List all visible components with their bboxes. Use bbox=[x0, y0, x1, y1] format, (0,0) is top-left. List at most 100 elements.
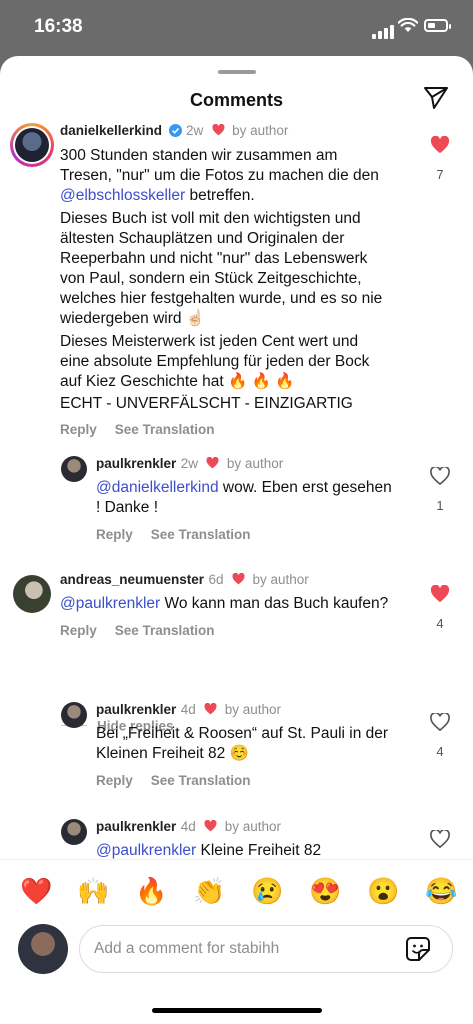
comment-text: @paulkrenkler Kleine Freiheit 82 bbox=[96, 841, 426, 859]
author-heart-icon bbox=[206, 456, 220, 474]
sheet-grabber[interactable] bbox=[218, 70, 256, 74]
emoji-surprised[interactable]: 😮 bbox=[367, 876, 399, 906]
author-heart-icon bbox=[232, 572, 245, 590]
comment-line: eine absolute Empfehlung für jeden der B… bbox=[60, 353, 370, 370]
liked-by-author: by author bbox=[224, 819, 281, 834]
comment-line: welches hier festgehalten wurde, und es … bbox=[60, 290, 383, 307]
heart-filled-icon[interactable] bbox=[425, 584, 455, 608]
battery-cap bbox=[449, 24, 451, 29]
emoji-raising-hands[interactable]: 🙌 bbox=[77, 876, 109, 906]
comment-username[interactable]: paulkrenkler bbox=[96, 456, 176, 471]
comment-line: auf Kiez Geschichte hat 🔥 🔥 🔥 bbox=[60, 373, 295, 390]
wifi-icon bbox=[397, 17, 419, 38]
comment-line: @paulkrenkler Kleine Freiheit 82 bbox=[96, 841, 426, 859]
comment-age: 6d bbox=[208, 572, 224, 587]
comment-line: Bei „Freiheit & Roosen“ auf St. Pauli in… bbox=[96, 725, 389, 742]
like-box: 7 bbox=[425, 135, 455, 182]
verified-badge-icon bbox=[168, 124, 182, 142]
avatar bbox=[18, 924, 68, 974]
like-box bbox=[425, 828, 455, 853]
emoji-heart-eyes[interactable]: 😍 bbox=[309, 876, 341, 906]
comment-username[interactable]: paulkrenkler bbox=[96, 702, 176, 717]
like-box: 1 bbox=[425, 465, 455, 513]
comment-username[interactable]: danielkellerkind bbox=[60, 123, 162, 138]
comment-text: 300 Stunden standen wir zusammen am Tres… bbox=[60, 146, 420, 414]
comments-sheet: Comments danielkellerkind 2w by author 3… bbox=[0, 56, 473, 1024]
comment-age: 2w bbox=[180, 456, 199, 471]
comment-line: wiedergeben wird ☝🏻 bbox=[60, 310, 206, 327]
reply-button[interactable]: Reply bbox=[96, 773, 133, 788]
comment-line-text: betreffen. bbox=[189, 187, 255, 204]
see-translation-button[interactable]: See Translation bbox=[115, 623, 215, 638]
like-count: 4 bbox=[436, 744, 444, 759]
liked-by-author: by author bbox=[226, 456, 284, 471]
reply-button[interactable]: Reply bbox=[60, 623, 97, 638]
comment-line: Dieses Meisterwerk ist jeden Cent wert u… bbox=[60, 333, 359, 350]
comment-line-text: Wo kann man das Buch kaufen? bbox=[164, 595, 389, 612]
comment-line: ! Danke ! bbox=[96, 499, 159, 516]
comment-username[interactable]: paulkrenkler bbox=[96, 819, 176, 834]
comment-input-placeholder: Add a comment for stabihh bbox=[94, 940, 280, 957]
liked-by-author: by author bbox=[224, 702, 281, 717]
comment-list: danielkellerkind 2w by author 300 Stunde… bbox=[0, 122, 473, 859]
avatar[interactable] bbox=[61, 819, 87, 845]
comment-input[interactable]: Add a comment for stabihh bbox=[79, 925, 453, 973]
comment-line: ältesten Schauplätzen und Originalen der bbox=[60, 230, 345, 247]
mention-link[interactable]: @elbschlosskeller bbox=[60, 187, 185, 204]
status-bar: 16:38 bbox=[0, 0, 473, 56]
comment-line-text: Kleine Freiheit 82 bbox=[200, 842, 322, 859]
emoji-crying[interactable]: 😢 bbox=[251, 876, 283, 906]
comment-line: Reeperbahn und nicht "nur" das Lebenswer… bbox=[60, 250, 368, 267]
heart-outline-icon[interactable] bbox=[425, 465, 455, 490]
comment-line: 300 Stunden standen wir zusammen am bbox=[60, 147, 338, 164]
comment-line-text: wow. Eben erst gesehen bbox=[222, 479, 392, 496]
heart-outline-icon[interactable] bbox=[425, 828, 455, 853]
heart-filled-icon[interactable] bbox=[425, 135, 455, 159]
see-translation-button[interactable]: See Translation bbox=[151, 527, 251, 542]
battery-icon bbox=[424, 19, 448, 32]
page-title: Comments bbox=[189, 90, 283, 110]
see-translation-button[interactable]: See Translation bbox=[115, 422, 215, 437]
like-count: 4 bbox=[436, 616, 444, 631]
comment-line: @danielkellerkind wow. Eben erst gesehen bbox=[96, 478, 416, 498]
emoji-clapping[interactable]: 👏 bbox=[193, 876, 225, 906]
cellular-signal-icon bbox=[372, 21, 396, 39]
comment-text: @danielkellerkind wow. Eben erst gesehen… bbox=[96, 478, 416, 518]
avatar[interactable] bbox=[61, 456, 87, 482]
emoji-heart[interactable]: ❤️ bbox=[20, 876, 52, 906]
avatar[interactable] bbox=[61, 702, 87, 728]
heart-outline-icon[interactable] bbox=[425, 711, 455, 736]
status-time: 16:38 bbox=[34, 16, 83, 37]
comment-age: 2w bbox=[185, 123, 204, 138]
like-count: 7 bbox=[436, 167, 444, 182]
avatar[interactable] bbox=[10, 123, 54, 167]
comment-text: Bei „Freiheit & Roosen“ auf St. Pauli in… bbox=[96, 724, 426, 764]
comment-composer: Add a comment for stabihh bbox=[0, 923, 473, 983]
see-translation-button[interactable]: See Translation bbox=[151, 773, 251, 788]
comment-line: @elbschlosskeller betreffen. bbox=[60, 186, 420, 206]
author-heart-icon bbox=[204, 819, 217, 837]
paper-plane-icon[interactable] bbox=[423, 86, 449, 115]
emoji-reaction-bar: ❤️ 🙌 🔥 👏 😢 😍 😮 😂 bbox=[0, 859, 473, 924]
emoji-laughing[interactable]: 😂 bbox=[425, 876, 457, 906]
reply-button[interactable]: Reply bbox=[96, 527, 133, 542]
like-box: 4 bbox=[425, 584, 455, 631]
mention-link[interactable]: @danielkellerkind bbox=[96, 479, 219, 496]
home-indicator[interactable] bbox=[152, 1008, 322, 1013]
mention-link[interactable]: @paulkrenkler bbox=[60, 595, 160, 612]
sticker-icon[interactable] bbox=[405, 936, 431, 967]
comment-line: Dieses Buch ist voll mit den wichtigsten… bbox=[60, 210, 361, 227]
mention-link[interactable]: @paulkrenkler bbox=[96, 842, 196, 859]
comment-line: @paulkrenkler Wo kann man das Buch kaufe… bbox=[60, 594, 420, 614]
like-count: 1 bbox=[436, 498, 444, 513]
comment-line: Kleinen Freiheit 82 ☺️ bbox=[96, 745, 249, 762]
author-heart-icon bbox=[204, 702, 217, 720]
author-heart-icon bbox=[212, 123, 225, 141]
comment-age: 4d bbox=[180, 819, 196, 834]
liked-by-author: by author bbox=[252, 572, 309, 587]
comment-text: @paulkrenkler Wo kann man das Buch kaufe… bbox=[60, 594, 420, 614]
emoji-fire[interactable]: 🔥 bbox=[135, 876, 167, 906]
avatar[interactable] bbox=[13, 575, 51, 613]
comment-username[interactable]: andreas_neumuenster bbox=[60, 572, 204, 587]
reply-button[interactable]: Reply bbox=[60, 422, 97, 437]
